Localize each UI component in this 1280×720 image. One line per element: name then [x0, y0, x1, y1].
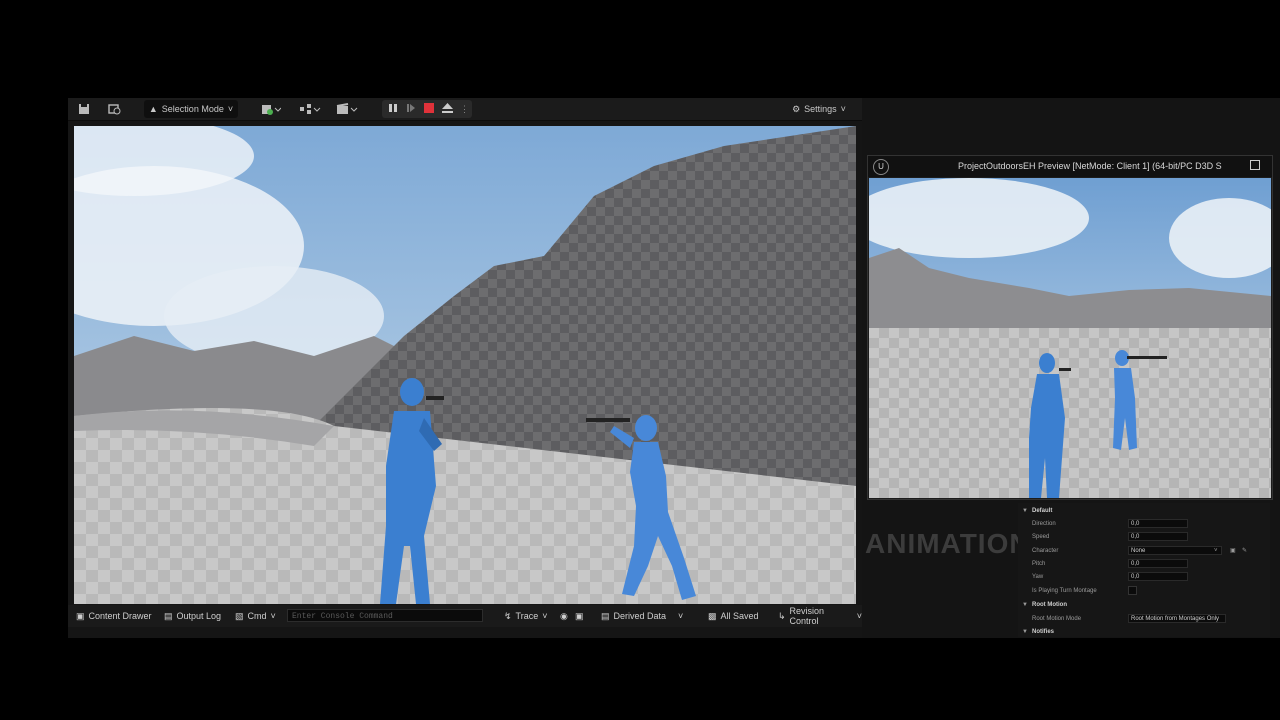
cinematics-icon[interactable]: [334, 100, 360, 118]
drawer-icon: ▣: [76, 610, 85, 621]
blueprint-icon[interactable]: [296, 100, 324, 118]
notifies-section-label: Notifies: [1032, 628, 1055, 635]
editor-viewport[interactable]: [74, 126, 856, 604]
output-log-button[interactable]: ▤ Output Log: [164, 609, 221, 623]
selection-mode-label: Selection Mode: [161, 104, 224, 114]
terminal-icon: ▧: [235, 610, 244, 621]
root-motion-section-label: Root Motion: [1032, 601, 1067, 608]
eject-icon[interactable]: [442, 103, 453, 115]
browse-icon[interactable]: ▣: [1230, 547, 1236, 554]
cmd-dropdown[interactable]: ▧ Cmd ˅: [235, 609, 276, 623]
direction-field[interactable]: 0,0: [1128, 519, 1188, 528]
all-saved-label: All Saved: [720, 611, 759, 621]
save-icon[interactable]: [76, 100, 92, 118]
settings-button[interactable]: ⚙ Settings ˅: [788, 100, 850, 118]
maximize-icon[interactable]: [1250, 160, 1260, 170]
chevron-down-icon: ˅: [840, 104, 846, 114]
database-icon: ▤: [601, 610, 610, 621]
pause-icon[interactable]: [388, 103, 398, 115]
pie-viewport[interactable]: [869, 178, 1271, 498]
property-row-direction: Direction 0,0: [1018, 517, 1270, 530]
record-icon[interactable]: ◉: [560, 609, 568, 623]
pitch-field[interactable]: 0,0: [1128, 559, 1188, 568]
output-log-label: Output Log: [176, 611, 222, 621]
speed-field[interactable]: 0,0: [1128, 532, 1188, 541]
default-section-label: Default: [1032, 507, 1053, 514]
details-panel: ▼ Default Direction 0,0 Speed 0,0 Charac…: [1018, 503, 1270, 637]
root-motion-mode-dropdown[interactable]: Root Motion from Montages Only: [1128, 614, 1226, 623]
select-cursor-icon: ▲: [148, 104, 158, 114]
property-label: Yaw: [1032, 573, 1044, 580]
more-icon[interactable]: ⋮: [460, 104, 469, 115]
trace-dropdown[interactable]: ↯ Trace ˅: [504, 609, 547, 623]
main-toolbar: ▲ Selection Mode ˅ ⋮ ⚙ Settings ˅: [68, 98, 862, 121]
yaw-field[interactable]: 0,0: [1128, 572, 1188, 581]
chevron-down-icon: ˅: [227, 104, 234, 114]
property-row-speed: Speed 0,0: [1018, 530, 1270, 543]
property-row-turn-montage: Is Playing Turn Montage: [1018, 584, 1270, 597]
property-row-yaw: Yaw 0,0: [1018, 570, 1270, 583]
notifies-section-header[interactable]: ▼ Notifies: [1018, 625, 1270, 638]
graph-comment-label: ANIMATION: [865, 528, 1031, 559]
chevron-down-icon: ▼: [1022, 628, 1028, 635]
revision-control-label: Revision Control: [789, 606, 825, 626]
content-drawer-button[interactable]: ▣ Content Drawer: [76, 609, 152, 623]
property-row-root-motion-mode: Root Motion Mode Root Motion from Montag…: [1018, 612, 1270, 625]
content-browser-icon[interactable]: [106, 100, 122, 118]
property-label: Pitch: [1032, 560, 1046, 567]
add-actor-icon[interactable]: [258, 100, 284, 118]
property-label: Root Motion Mode: [1032, 615, 1082, 622]
viewport-scene: [74, 126, 856, 604]
window-titlebar[interactable]: U ProjectOutdoorsEH Preview [NetMode: Cl…: [868, 156, 1272, 177]
derived-data-label: Derived Data: [613, 611, 667, 621]
play-controls: ⋮: [382, 100, 472, 118]
chevron-down-icon: ˅: [678, 611, 684, 621]
stop-icon[interactable]: [424, 103, 434, 115]
selection-mode-dropdown[interactable]: ▲ Selection Mode ˅: [144, 100, 238, 118]
chevron-down-icon: ˅: [542, 611, 548, 621]
window-title: ProjectOutdoorsEH Preview [NetMode: Clie…: [958, 161, 1222, 171]
derived-data-dropdown[interactable]: ▤ Derived Data ˅: [601, 609, 683, 623]
chevron-down-icon: ˅: [1214, 547, 1218, 554]
turn-montage-checkbox[interactable]: [1128, 586, 1137, 595]
gear-icon: ⚙: [792, 103, 801, 114]
log-icon: ▤: [164, 610, 173, 621]
trace-icon: ↯: [504, 610, 512, 621]
property-label: Is Playing Turn Montage: [1032, 587, 1097, 594]
camera-icon[interactable]: ▣: [575, 609, 584, 623]
console-input[interactable]: Enter Console Command: [287, 609, 483, 622]
level-editor: ▲ Selection Mode ˅ ⋮ ⚙ Settings ˅ ▣ Cont…: [68, 98, 862, 638]
property-label: Speed: [1032, 533, 1050, 540]
cmd-label: Cmd: [247, 611, 267, 621]
default-section-header[interactable]: ▼ Default: [1018, 504, 1270, 517]
pencil-icon[interactable]: ✎: [1242, 547, 1247, 554]
content-drawer-label: Content Drawer: [88, 611, 152, 621]
pie-client-window: U ProjectOutdoorsEH Preview [NetMode: Cl…: [867, 155, 1273, 500]
step-icon[interactable]: [406, 103, 416, 115]
trace-label: Trace: [515, 611, 539, 621]
chevron-down-icon: ˅: [270, 611, 276, 621]
unreal-logo-icon: U: [873, 159, 889, 175]
branch-icon: ↳: [778, 610, 786, 621]
property-row-pitch: Pitch 0,0: [1018, 557, 1270, 570]
property-label: Character: [1032, 547, 1059, 554]
chevron-down-icon: ▼: [1022, 601, 1028, 608]
status-bar: ▣ Content Drawer ▤ Output Log ▧ Cmd ˅ En…: [68, 605, 862, 627]
character-dropdown[interactable]: None: [1128, 546, 1222, 555]
pie-scene: [869, 178, 1271, 498]
settings-label: Settings: [804, 104, 837, 114]
revision-control-dropdown[interactable]: ↳ Revision Control ˅: [778, 606, 862, 626]
saved-icon: ▩: [708, 610, 717, 621]
property-label: Direction: [1032, 520, 1056, 527]
root-motion-section-header[interactable]: ▼ Root Motion: [1018, 598, 1270, 611]
property-row-character: Character None ˅ ▣ ✎: [1018, 544, 1270, 557]
all-saved-button[interactable]: ▩ All Saved: [708, 609, 759, 623]
chevron-down-icon: ▼: [1022, 507, 1028, 514]
